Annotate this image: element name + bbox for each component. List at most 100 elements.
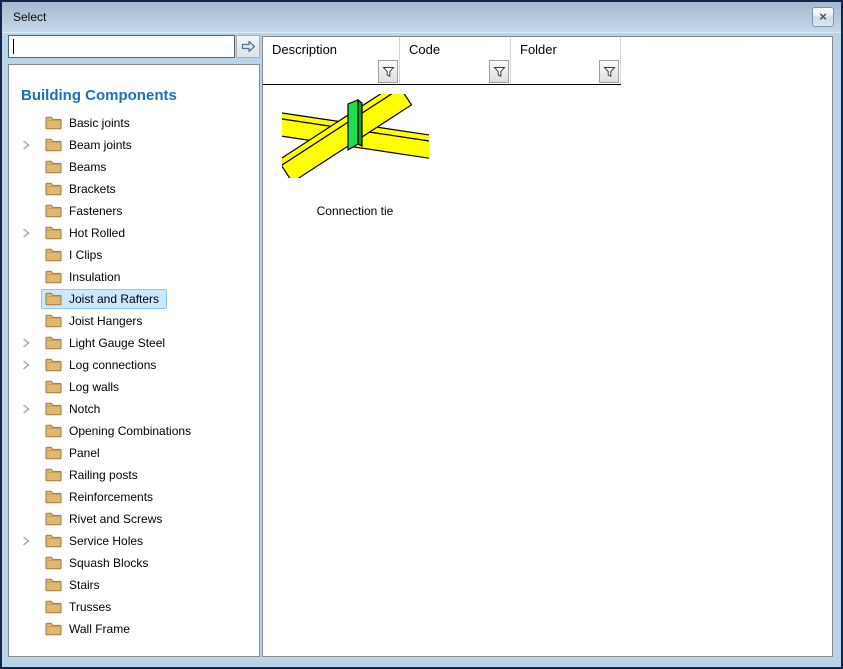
description-filter-input[interactable]	[265, 64, 375, 82]
tree-item[interactable]: Brackets	[41, 179, 124, 199]
tree-row: Service Holes	[9, 530, 259, 552]
tree-item-label: Brackets	[69, 182, 116, 196]
tree-item-label: Beams	[69, 160, 106, 174]
tree-row: Beam joints	[9, 134, 259, 156]
tree-row: Light Gauge Steel	[9, 332, 259, 354]
tree-item-label: Trusses	[69, 600, 111, 614]
column-header-folder[interactable]: Folder	[520, 42, 557, 57]
tree-item-label: Panel	[69, 446, 100, 460]
tree-item[interactable]: Stairs	[41, 575, 108, 595]
tree-item[interactable]: Hot Rolled	[41, 223, 133, 243]
tree-item[interactable]: I Clips	[41, 245, 110, 265]
tree-item[interactable]: Railing posts	[41, 465, 146, 485]
tree-item[interactable]: Insulation	[41, 267, 128, 287]
folder-icon	[45, 622, 62, 636]
tree-row: Joist and Rafters	[9, 288, 259, 310]
folder-filter-button[interactable]	[599, 60, 619, 83]
tree-row: Brackets	[9, 178, 259, 200]
folder-icon	[45, 380, 62, 394]
tree-item-label: Basic joints	[69, 116, 130, 130]
tree-item[interactable]: Trusses	[41, 597, 119, 617]
tree-item[interactable]: Beam joints	[41, 135, 140, 155]
expand-chevron-icon[interactable]	[22, 337, 34, 349]
tree-row: Reinforcements	[9, 486, 259, 508]
tree-row: Notch	[9, 398, 259, 420]
tree-item[interactable]: Wall Frame	[41, 619, 138, 639]
folder-filter-input[interactable]	[513, 64, 596, 82]
tree-item[interactable]: Squash Blocks	[41, 553, 156, 573]
folder-icon	[45, 204, 62, 218]
tree-item[interactable]: Opening Combinations	[41, 421, 199, 441]
tree-item-label: Fasteners	[69, 204, 122, 218]
folder-icon	[45, 226, 62, 240]
expand-chevron-icon[interactable]	[22, 139, 34, 151]
expand-chevron-icon[interactable]	[22, 403, 34, 415]
tree-item[interactable]: Joist Hangers	[41, 311, 150, 331]
column-folder: Folder	[511, 37, 621, 84]
tree-row: I Clips	[9, 244, 259, 266]
tree-item-label: Hot Rolled	[69, 226, 125, 240]
result-item-connection-tie[interactable]: Connection tie	[275, 94, 435, 218]
tree-item-label: Beam joints	[69, 138, 132, 152]
expand-chevron-icon[interactable]	[22, 359, 34, 371]
folder-icon	[45, 248, 62, 262]
expand-chevron-icon[interactable]	[22, 535, 34, 547]
tree-item[interactable]: Service Holes	[41, 531, 151, 551]
tree-item-label: Reinforcements	[69, 490, 153, 504]
search-input[interactable]	[9, 36, 234, 57]
title-bar: Select ×	[2, 2, 841, 33]
tree-item-label: Joist and Rafters	[69, 292, 159, 306]
tree-row: Fasteners	[9, 200, 259, 222]
tree-row: Rivet and Screws	[9, 508, 259, 530]
folder-icon	[45, 138, 62, 152]
folder-icon	[45, 490, 62, 504]
dialog-title: Select	[13, 10, 46, 24]
folder-icon	[45, 182, 62, 196]
tree-row: Log walls	[9, 376, 259, 398]
tree-row: Wall Frame	[9, 618, 259, 640]
tree-row: Hot Rolled	[9, 222, 259, 244]
folder-icon	[45, 336, 62, 350]
result-item-caption: Connection tie	[275, 204, 435, 218]
tree-row: Opening Combinations	[9, 420, 259, 442]
code-filter-button[interactable]	[489, 60, 509, 83]
tree-item-label: Light Gauge Steel	[69, 336, 165, 350]
tree-item-label: Stairs	[69, 578, 100, 592]
tree-item-label: Rivet and Screws	[69, 512, 162, 526]
folder-icon	[45, 600, 62, 614]
tree-item-label: Opening Combinations	[69, 424, 191, 438]
tree-item[interactable]: Log walls	[41, 377, 127, 397]
tree-row: Beams	[9, 156, 259, 178]
tree-row: Panel	[9, 442, 259, 464]
tree-row: Joist Hangers	[9, 310, 259, 332]
funnel-icon	[382, 66, 395, 78]
folder-icon	[45, 116, 62, 130]
description-filter-button[interactable]	[378, 60, 398, 83]
folder-icon	[45, 270, 62, 284]
search-input-wrap	[8, 35, 235, 58]
tree-item-label: Log walls	[69, 380, 119, 394]
tree-row: Insulation	[9, 266, 259, 288]
tree-item[interactable]: Basic joints	[41, 113, 138, 133]
expand-chevron-icon[interactable]	[22, 227, 34, 239]
tree-item-label: Squash Blocks	[69, 556, 148, 570]
close-button[interactable]: ×	[812, 7, 834, 27]
tree-item[interactable]: Rivet and Screws	[41, 509, 170, 529]
tree-item[interactable]: Light Gauge Steel	[41, 333, 173, 353]
tree-item[interactable]: Notch	[41, 399, 108, 419]
folder-icon	[45, 314, 62, 328]
tree-item[interactable]: Log connections	[41, 355, 164, 375]
column-header-code[interactable]: Code	[409, 42, 440, 57]
tree-item-label: Service Holes	[69, 534, 143, 548]
tree-item-label: Notch	[69, 402, 100, 416]
tree-row: Log connections	[9, 354, 259, 376]
column-header-description[interactable]: Description	[272, 42, 337, 57]
tree-item[interactable]: Beams	[41, 157, 114, 177]
tree-item[interactable]: Fasteners	[41, 201, 130, 221]
search-go-button[interactable]	[236, 35, 260, 58]
tree-item[interactable]: Reinforcements	[41, 487, 161, 507]
code-filter-input[interactable]	[402, 64, 486, 82]
folder-icon	[45, 446, 62, 460]
tree-item[interactable]: Panel	[41, 443, 108, 463]
tree-item[interactable]: Joist and Rafters	[41, 289, 167, 309]
